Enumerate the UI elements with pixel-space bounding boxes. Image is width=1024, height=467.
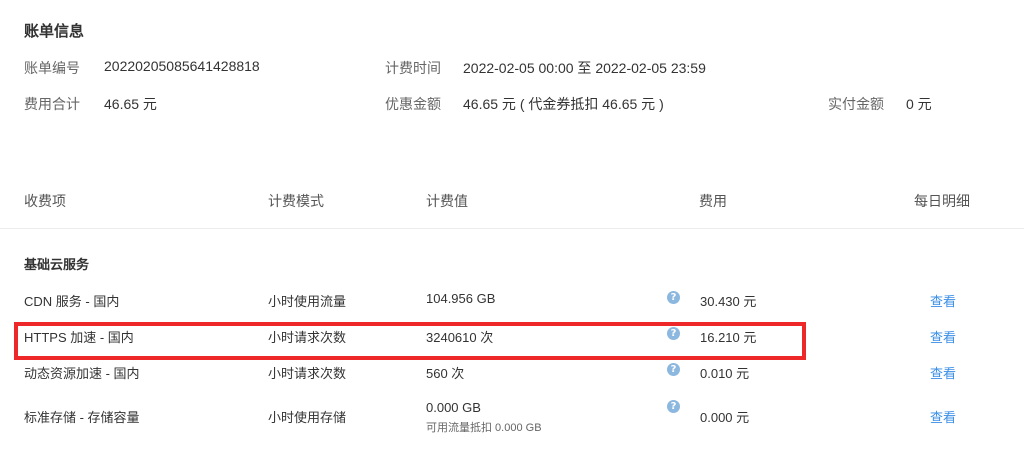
row-item: 动态资源加速 - 国内 [24, 366, 140, 381]
row-value: 104.956 GB [426, 291, 496, 306]
row-mode: 小时请求次数 [268, 366, 347, 381]
question-circle-icon[interactable]: ? [667, 291, 680, 304]
row-fee: 0.000 元 [700, 410, 750, 425]
paid-value: 0 元 [906, 96, 932, 112]
row-fee: 0.010 元 [700, 366, 750, 381]
row-item: 标准存储 - 存储容量 [24, 410, 140, 425]
bill-no-label: 账单编号 [24, 60, 80, 76]
row-mode: 小时使用流量 [268, 294, 347, 309]
discount-label: 优惠金额 [385, 96, 441, 112]
total-label: 费用合计 [24, 96, 80, 112]
row-mode: 小时使用存储 [268, 410, 347, 425]
question-circle-icon[interactable]: ? [667, 400, 680, 413]
view-detail-link[interactable]: 查看 [930, 291, 956, 310]
billing-time-value: 2022-02-05 00:00 至 2022-02-05 23:59 [463, 60, 706, 76]
col-header-item: 收费项 [24, 193, 66, 209]
col-header-mode: 计费模式 [268, 193, 324, 209]
bill-info-title: 账单信息 [24, 23, 85, 40]
question-circle-icon[interactable]: ? [667, 363, 680, 376]
row-fee: 30.430 元 [700, 294, 757, 309]
total-value: 46.65 元 [104, 96, 157, 112]
row-value: 560 次 [426, 366, 465, 381]
billing-time-label: 计费时间 [385, 60, 441, 76]
highlight-box [14, 322, 806, 360]
group-title: 基础云服务 [24, 257, 90, 272]
col-header-value: 计费值 [426, 193, 468, 209]
view-detail-link[interactable]: 查看 [930, 327, 956, 346]
col-header-fee: 费用 [699, 193, 727, 209]
discount-value: 46.65 元 ( 代金券抵扣 46.65 元 ) [463, 96, 664, 112]
view-detail-link[interactable]: 查看 [930, 363, 956, 382]
row-item: CDN 服务 - 国内 [24, 294, 120, 309]
header-divider [0, 228, 1024, 229]
row-value: 0.000 GB [426, 400, 481, 415]
col-header-daily-detail: 每日明细 [914, 193, 970, 209]
bill-no-value: 20220205085641428818 [104, 58, 260, 74]
view-detail-link[interactable]: 查看 [930, 407, 956, 426]
row-note: 可用流量抵扣 0.000 GB [426, 422, 542, 434]
paid-label: 实付金额 [828, 96, 884, 112]
